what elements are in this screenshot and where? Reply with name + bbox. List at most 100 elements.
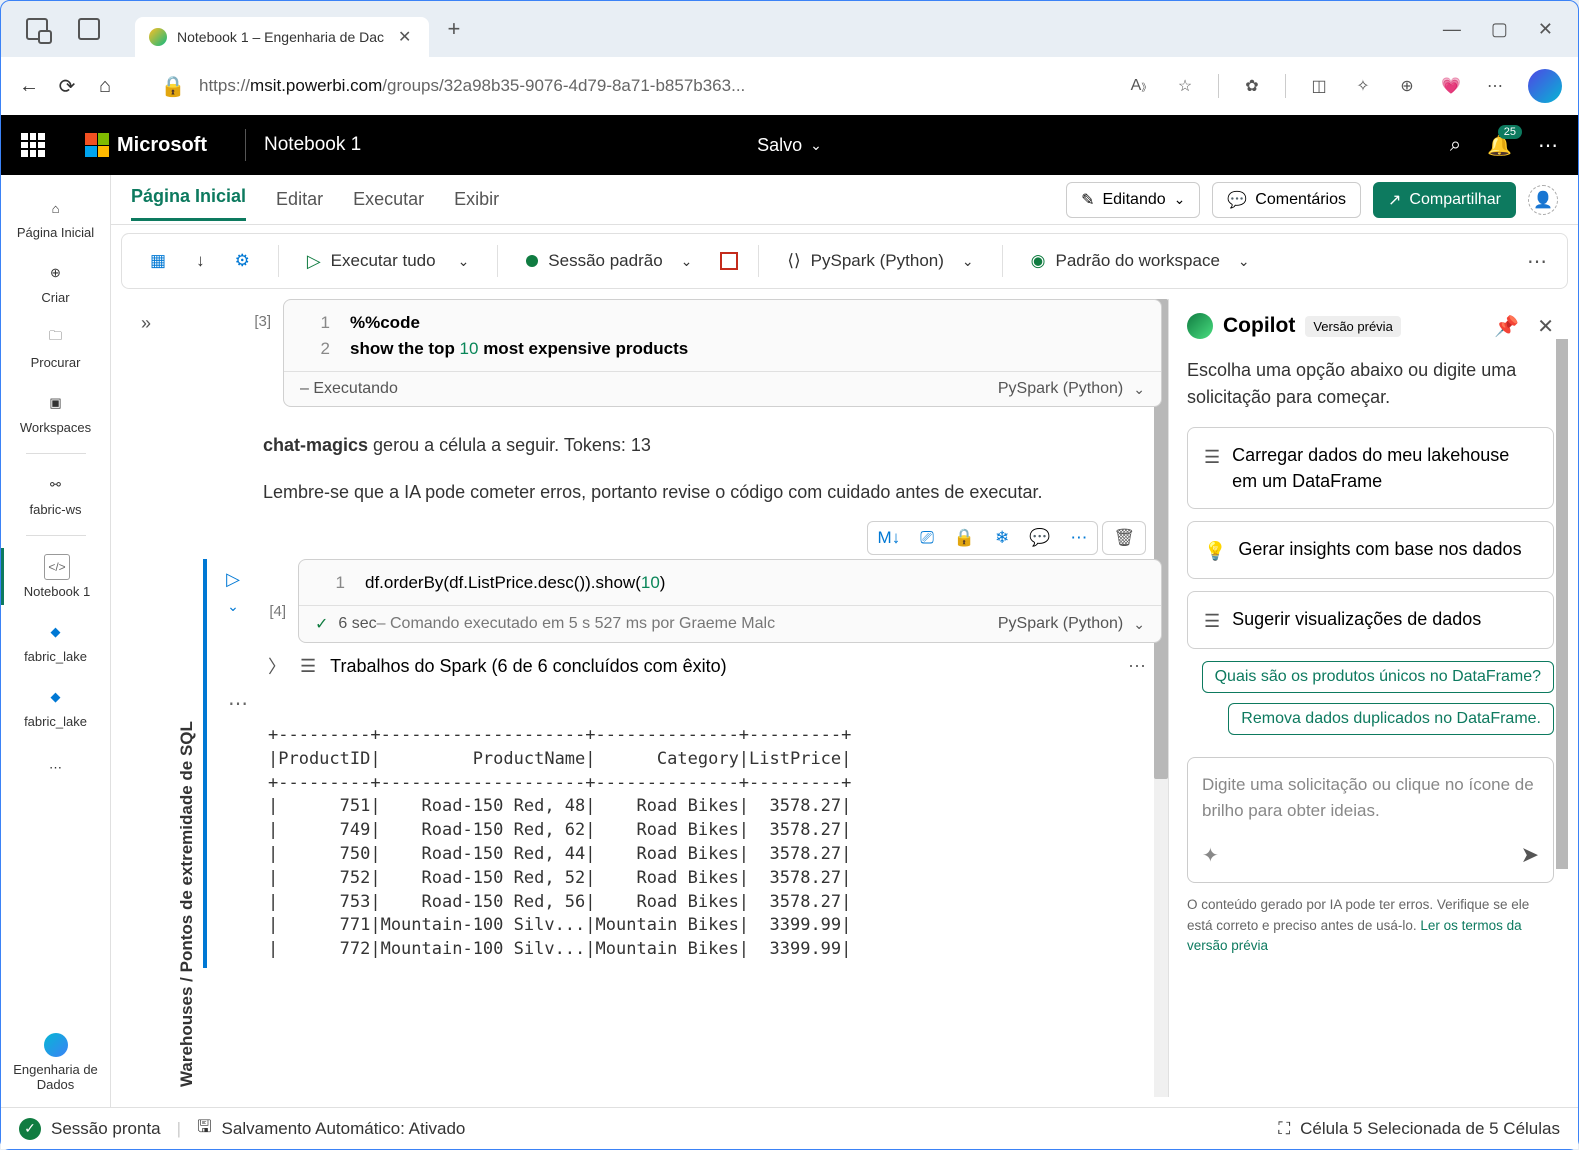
- suggestion-load-data[interactable]: ☰Carregar dados do meu lakehouse em um D…: [1187, 427, 1554, 509]
- tab-actions-icon[interactable]: [78, 18, 100, 40]
- extension-icon[interactable]: ✿: [1241, 75, 1263, 97]
- rail-browse[interactable]: 🗀Procurar: [1, 319, 110, 376]
- split-icon[interactable]: ◫: [1308, 75, 1330, 97]
- plus-circle-icon: ⊕: [43, 260, 69, 286]
- home-icon: ⌂: [43, 195, 69, 221]
- copilot-orb-icon[interactable]: [1528, 69, 1562, 103]
- notifications-button[interactable]: 🔔 25: [1487, 133, 1512, 158]
- download-icon[interactable]: ↓: [188, 247, 213, 275]
- spark-more-icon[interactable]: ⋯: [1128, 656, 1146, 677]
- clear-output-icon[interactable]: ⎚: [910, 522, 944, 554]
- markdown-button[interactable]: M↓: [868, 522, 911, 554]
- rail-workspaces[interactable]: ▣Workspaces: [1, 384, 110, 441]
- output-ellipsis: ⋯: [208, 689, 1162, 718]
- menu-view[interactable]: Exibir: [454, 181, 499, 218]
- close-icon[interactable]: ✕: [394, 25, 415, 49]
- code-box[interactable]: 1%%code 2show the top 10 most expensive …: [283, 299, 1162, 407]
- collections-icon[interactable]: ⊕: [1396, 75, 1418, 97]
- comment-cell-icon[interactable]: 💬: [1019, 522, 1060, 554]
- list-icon: ☰: [300, 656, 316, 677]
- run-all-button[interactable]: ▷Executar tudo⌄: [299, 247, 477, 276]
- comment-icon: 💬: [1227, 190, 1247, 210]
- address-icons: A》 ☆ ✿ ◫ ✧ ⊕ 💗 ⋯: [1130, 69, 1562, 103]
- run-cell-button[interactable]: ▷: [226, 569, 240, 590]
- collapse-explorer[interactable]: »: [121, 299, 171, 1097]
- env-icon: ◉: [1031, 251, 1046, 271]
- spark-jobs-row[interactable]: 〉 ☰ Trabalhos do Spark (6 de 6 concluído…: [208, 643, 1162, 689]
- language-button[interactable]: ⟨⟩PySpark (Python)⌄: [779, 247, 981, 275]
- stop-button[interactable]: [720, 252, 738, 270]
- copilot-scrollbar[interactable]: [1556, 339, 1568, 869]
- delete-cell-icon[interactable]: 🗑: [1103, 522, 1145, 554]
- search-icon[interactable]: ⌕: [1450, 134, 1461, 157]
- more-icon[interactable]: ⋯: [1484, 75, 1506, 97]
- browser-tab[interactable]: Notebook 1 – Engenharia de Dac ✕: [135, 17, 429, 57]
- rail-create[interactable]: ⊕Criar: [1, 254, 110, 311]
- new-tab-button[interactable]: +: [447, 16, 460, 42]
- toolbar-more-icon[interactable]: ⋯: [1527, 249, 1547, 274]
- rail-home[interactable]: ⌂Página Inicial: [1, 189, 110, 246]
- chip-remove-duplicates[interactable]: Remova dados duplicados no DataFrame.: [1228, 703, 1554, 735]
- minimize-icon[interactable]: —: [1443, 19, 1461, 40]
- favorite-icon[interactable]: ☆: [1174, 75, 1196, 97]
- menu-right: ✎Editando⌄ 💬Comentários ↗Compartilhar 👤: [1066, 182, 1558, 218]
- lakehouse-icon: ◆: [43, 684, 69, 710]
- code-box[interactable]: 1df.orderBy(df.ListPrice.desc()).show(10…: [298, 559, 1162, 644]
- menu-edit[interactable]: Editar: [276, 181, 323, 218]
- url-box[interactable]: https://msit.powerbi.com/groups/32a98b35…: [199, 76, 989, 96]
- cell-selection: Célula 5 Selecionada de 5 Células: [1300, 1119, 1560, 1139]
- editing-button[interactable]: ✎Editando⌄: [1066, 182, 1200, 218]
- close-copilot-icon[interactable]: ✕: [1537, 314, 1554, 339]
- notebook-name[interactable]: Notebook 1: [264, 134, 361, 156]
- browser-chrome: Notebook 1 – Engenharia de Dac ✕ + — ▢ ✕: [1, 1, 1578, 57]
- health-icon[interactable]: 💗: [1440, 75, 1462, 97]
- address-bar: ← ⟳ ⌂ 🔒 https://msit.powerbi.com/groups/…: [1, 57, 1578, 115]
- menu-home[interactable]: Página Inicial: [131, 178, 246, 221]
- sparkle-icon[interactable]: ✦: [1202, 843, 1219, 868]
- send-icon[interactable]: ➤: [1521, 842, 1539, 868]
- suggestion-insights[interactable]: 💡Gerar insights com base nos dados: [1187, 521, 1554, 579]
- workspaces-icon[interactable]: [26, 18, 48, 40]
- close-window-icon[interactable]: ✕: [1538, 19, 1553, 40]
- window-controls: — ▢ ✕: [1443, 19, 1568, 40]
- data-wrangle-icon[interactable]: ▦: [142, 247, 174, 275]
- lakehouse-icon: ◆: [43, 619, 69, 645]
- workspace-icon: ⚯: [43, 472, 69, 498]
- suggestion-visuals[interactable]: ☰Sugerir visualizações de dados: [1187, 591, 1554, 649]
- comments-button[interactable]: 💬Comentários: [1212, 182, 1361, 218]
- session-button[interactable]: Sessão padrão⌄: [518, 247, 700, 275]
- favorites-bar-icon[interactable]: ✧: [1352, 75, 1374, 97]
- settings-icon[interactable]: ⚙: [227, 247, 258, 275]
- share-button[interactable]: ↗Compartilhar: [1373, 182, 1516, 218]
- cell-index: [3]: [203, 299, 283, 407]
- rail-notebook1[interactable]: </>Notebook 1: [1, 548, 110, 605]
- persona-icon[interactable]: 👤: [1528, 185, 1558, 215]
- maximize-icon[interactable]: ▢: [1491, 19, 1508, 40]
- preview-badge: Versão prévia: [1305, 316, 1401, 337]
- back-button[interactable]: ←: [17, 74, 41, 98]
- explorer-label[interactable]: Warehouses / Pontos de extremidade de SQ…: [171, 299, 203, 1097]
- freeze-icon[interactable]: ❄: [985, 522, 1019, 554]
- rail-engineering[interactable]: Engenharia de Dados: [1, 1026, 110, 1099]
- menu-run[interactable]: Executar: [353, 181, 424, 218]
- chip-unique-products[interactable]: Quais são os produtos únicos no DataFram…: [1202, 661, 1554, 693]
- app-header: Microsoft Notebook 1 Salvo⌄ ⌕ 🔔 25 ⋯: [1, 115, 1578, 175]
- refresh-button[interactable]: ⟳: [55, 74, 79, 98]
- main: ⌂Página Inicial ⊕Criar 🗀Procurar ▣Worksp…: [1, 175, 1578, 1107]
- rail-fabric-ws[interactable]: ⚯fabric-ws: [1, 466, 110, 523]
- more-header-icon[interactable]: ⋯: [1538, 133, 1558, 158]
- run-menu-icon[interactable]: ⌄: [227, 598, 239, 615]
- app-launcher-icon[interactable]: [21, 133, 45, 157]
- cell-more-icon[interactable]: ⋯: [1060, 522, 1097, 554]
- text-size-icon[interactable]: A》: [1130, 75, 1152, 97]
- save-status[interactable]: Salvo⌄: [757, 135, 822, 156]
- lock-icon[interactable]: 🔒: [161, 74, 185, 98]
- environment-button[interactable]: ◉Padrão do workspace⌄: [1023, 247, 1258, 275]
- copilot-input[interactable]: Digite uma solicitação ou clique no ícon…: [1187, 757, 1554, 883]
- lock-cell-icon[interactable]: 🔒: [944, 522, 985, 554]
- rail-lake2[interactable]: ◆fabric_lake: [1, 678, 110, 735]
- rail-more[interactable]: ⋯: [1, 749, 110, 787]
- home-button[interactable]: ⌂: [93, 74, 117, 98]
- pin-icon[interactable]: 📌: [1494, 314, 1519, 339]
- rail-lake1[interactable]: ◆fabric_lake: [1, 613, 110, 670]
